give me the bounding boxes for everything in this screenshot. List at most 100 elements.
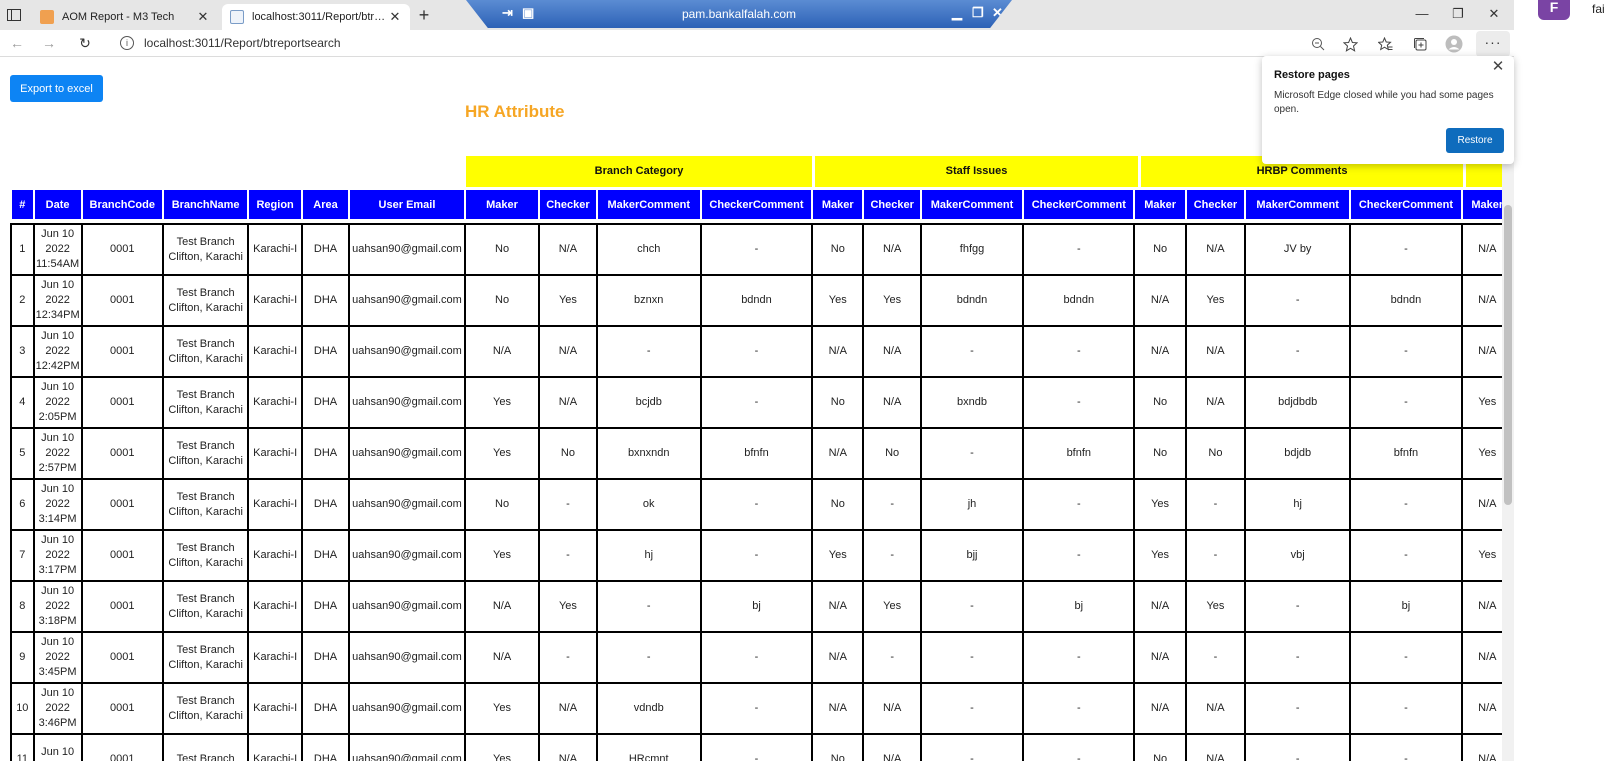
- refresh-icon[interactable]: ↻: [76, 34, 94, 52]
- tab-title: localhost:3011/Report/btreportsearch: [252, 11, 388, 23]
- table-row[interactable]: 6 Jun 10 2022 3:14PM 0001 Test Branch Clift…: [10, 478, 1514, 531]
- column-header: BranchName: [161, 188, 250, 221]
- table-cell: bdndn: [919, 274, 1025, 327]
- add-favorite-icon[interactable]: [1340, 34, 1360, 54]
- table-cell: uahsan90@gmail.com: [348, 478, 466, 531]
- table-row[interactable]: 2 Jun 10 2022 12:34PM 0001 Test Branch Clif…: [10, 274, 1514, 327]
- table-cell: -: [699, 376, 814, 429]
- tab-title: AOM Report - M3 Tech: [62, 11, 175, 23]
- minimize-remote-icon[interactable]: ▁: [952, 6, 962, 20]
- table-cell: hj: [595, 529, 702, 582]
- table-cell: Yes: [862, 580, 922, 633]
- export-to-excel-button[interactable]: Export to excel: [10, 75, 103, 102]
- table-row[interactable]: 3 Jun 10 2022 12:42PM 0001 Test Branch Clif…: [10, 325, 1514, 378]
- url-field[interactable]: localhost:3011/Report/btreportsearch: [144, 36, 341, 50]
- new-tab-button[interactable]: +: [414, 5, 434, 25]
- back-icon[interactable]: ←: [8, 34, 26, 52]
- table-cell: Yes: [463, 733, 541, 761]
- restore-pages-popup: Restore pages Microsoft Edge closed whil…: [1262, 56, 1514, 164]
- table-cell: -: [1244, 325, 1352, 378]
- restore-remote-icon[interactable]: ❐: [972, 6, 984, 20]
- table-cell: Yes: [463, 682, 541, 735]
- restore-window-icon[interactable]: ❐: [1448, 6, 1468, 22]
- table-cell: 5: [10, 427, 35, 480]
- table-cell: N/A: [811, 631, 865, 684]
- table-cell: -: [1022, 376, 1136, 429]
- column-header: Maker: [1133, 188, 1187, 221]
- column-header: Checker: [1184, 188, 1247, 221]
- table-cell: -: [595, 325, 702, 378]
- table-cell: N/A: [538, 376, 598, 429]
- table-cell: bcjdb: [595, 376, 702, 429]
- table-cell: DHA: [300, 529, 351, 582]
- table-row[interactable]: 4 Jun 10 2022 2:05PM 0001 Test Branch Clift…: [10, 376, 1514, 429]
- close-tab-icon[interactable]: ✕: [388, 9, 402, 25]
- site-info-icon[interactable]: i: [120, 36, 134, 50]
- table-row[interactable]: 1 Jun 10 2022 11:54AM 0001 Test Branch Clif…: [10, 223, 1514, 276]
- user-avatar[interactable]: F: [1538, 0, 1570, 20]
- forward-icon[interactable]: →: [40, 34, 58, 52]
- profile-icon[interactable]: [1444, 34, 1464, 54]
- scrollbar-thumb[interactable]: [1504, 205, 1512, 505]
- table-cell: Jun 10 2022 2:05PM: [32, 376, 83, 429]
- tab-btreportsearch[interactable]: localhost:3011/Report/btreportsearch ✕: [222, 4, 410, 30]
- restore-button[interactable]: Restore: [1446, 128, 1504, 153]
- minimize-icon[interactable]: —: [1412, 6, 1432, 21]
- close-window-icon[interactable]: ✕: [1484, 6, 1504, 22]
- table-cell: N/A: [538, 223, 598, 276]
- settings-menu-button[interactable]: ···: [1476, 31, 1510, 57]
- table-cell: N/A: [538, 682, 598, 735]
- table-cell: -: [699, 325, 814, 378]
- table-cell: bxnxndn: [595, 427, 702, 480]
- table-cell: Test Branch Clifton, Karachi: [161, 580, 250, 633]
- table-row[interactable]: 9 Jun 10 2022 3:45PM 0001 Test Branch Clift…: [10, 631, 1514, 684]
- table-cell: DHA: [300, 733, 351, 761]
- table-cell: DHA: [300, 580, 351, 633]
- table-cell: -: [538, 529, 598, 582]
- table-row[interactable]: 7 Jun 10 2022 3:17PM 0001 Test Branch Clift…: [10, 529, 1514, 582]
- table-cell: bdndn: [1349, 274, 1463, 327]
- column-header: User Email: [348, 188, 466, 221]
- column-header: Checker: [862, 188, 922, 221]
- zoom-icon[interactable]: [1308, 34, 1328, 54]
- table-cell: Test Branch Clifton, Karachi: [161, 274, 250, 327]
- table-row[interactable]: 5 Jun 10 2022 2:57PM 0001 Test Branch Clift…: [10, 427, 1514, 480]
- table-cell: -: [538, 631, 598, 684]
- close-remote-icon[interactable]: ✕: [992, 6, 1003, 20]
- group-header-staff-issues: Staff Issues: [815, 156, 1138, 187]
- table-cell: bfnfn: [699, 427, 814, 480]
- close-tab-icon[interactable]: ✕: [196, 9, 210, 25]
- collections-icon[interactable]: [1410, 34, 1430, 54]
- table-cell: bdjdbdb: [1244, 376, 1352, 429]
- tab-aom-report[interactable]: AOM Report - M3 Tech ✕: [32, 4, 218, 30]
- table-cell: -: [1349, 223, 1463, 276]
- aom-favicon-icon: [40, 10, 54, 24]
- table-cell: -: [595, 631, 702, 684]
- table-header-row: # Date BranchCode BranchName Region Area User …: [10, 188, 1514, 221]
- table-cell: Yes: [538, 580, 598, 633]
- table-cell: 0001: [80, 427, 164, 480]
- table-cell: Karachi-I: [247, 427, 303, 480]
- table-row[interactable]: 10 Jun 10 2022 3:46PM 0001 Test Branch Clif…: [10, 682, 1514, 735]
- table-cell: Karachi-I: [247, 580, 303, 633]
- tab-actions-icon[interactable]: [6, 7, 22, 23]
- table-cell: -: [919, 325, 1025, 378]
- table-cell: 0001: [80, 580, 164, 633]
- table-cell: 0001: [80, 376, 164, 429]
- column-header: MakerComment: [595, 188, 702, 221]
- favorites-icon[interactable]: [1375, 34, 1395, 54]
- table-cell: jh: [919, 478, 1025, 531]
- table-cell: Karachi-I: [247, 223, 303, 276]
- table-cell: uahsan90@gmail.com: [348, 427, 466, 480]
- table-cell: Jun 10 2022 3:17PM: [32, 529, 83, 582]
- table-row[interactable]: 11Jun 10 20220001Test BranchKarachi-IDHA…: [10, 733, 1514, 761]
- close-icon[interactable]: ✕: [1490, 59, 1506, 75]
- table-cell: No: [1133, 427, 1187, 480]
- table-row[interactable]: 8 Jun 10 2022 3:18PM 0001 Test Branch Clift…: [10, 580, 1514, 633]
- table-cell: No: [811, 376, 865, 429]
- table-cell: 9: [10, 631, 35, 684]
- table-cell: Jun 10 2022 3:46PM: [32, 682, 83, 735]
- remote-session-bar: ⇥ ▣ pam.bankalfalah.com ▁ ❐ ✕: [466, 0, 1012, 28]
- table-cell: Test Branch: [161, 733, 250, 761]
- table-cell: Yes: [1133, 529, 1187, 582]
